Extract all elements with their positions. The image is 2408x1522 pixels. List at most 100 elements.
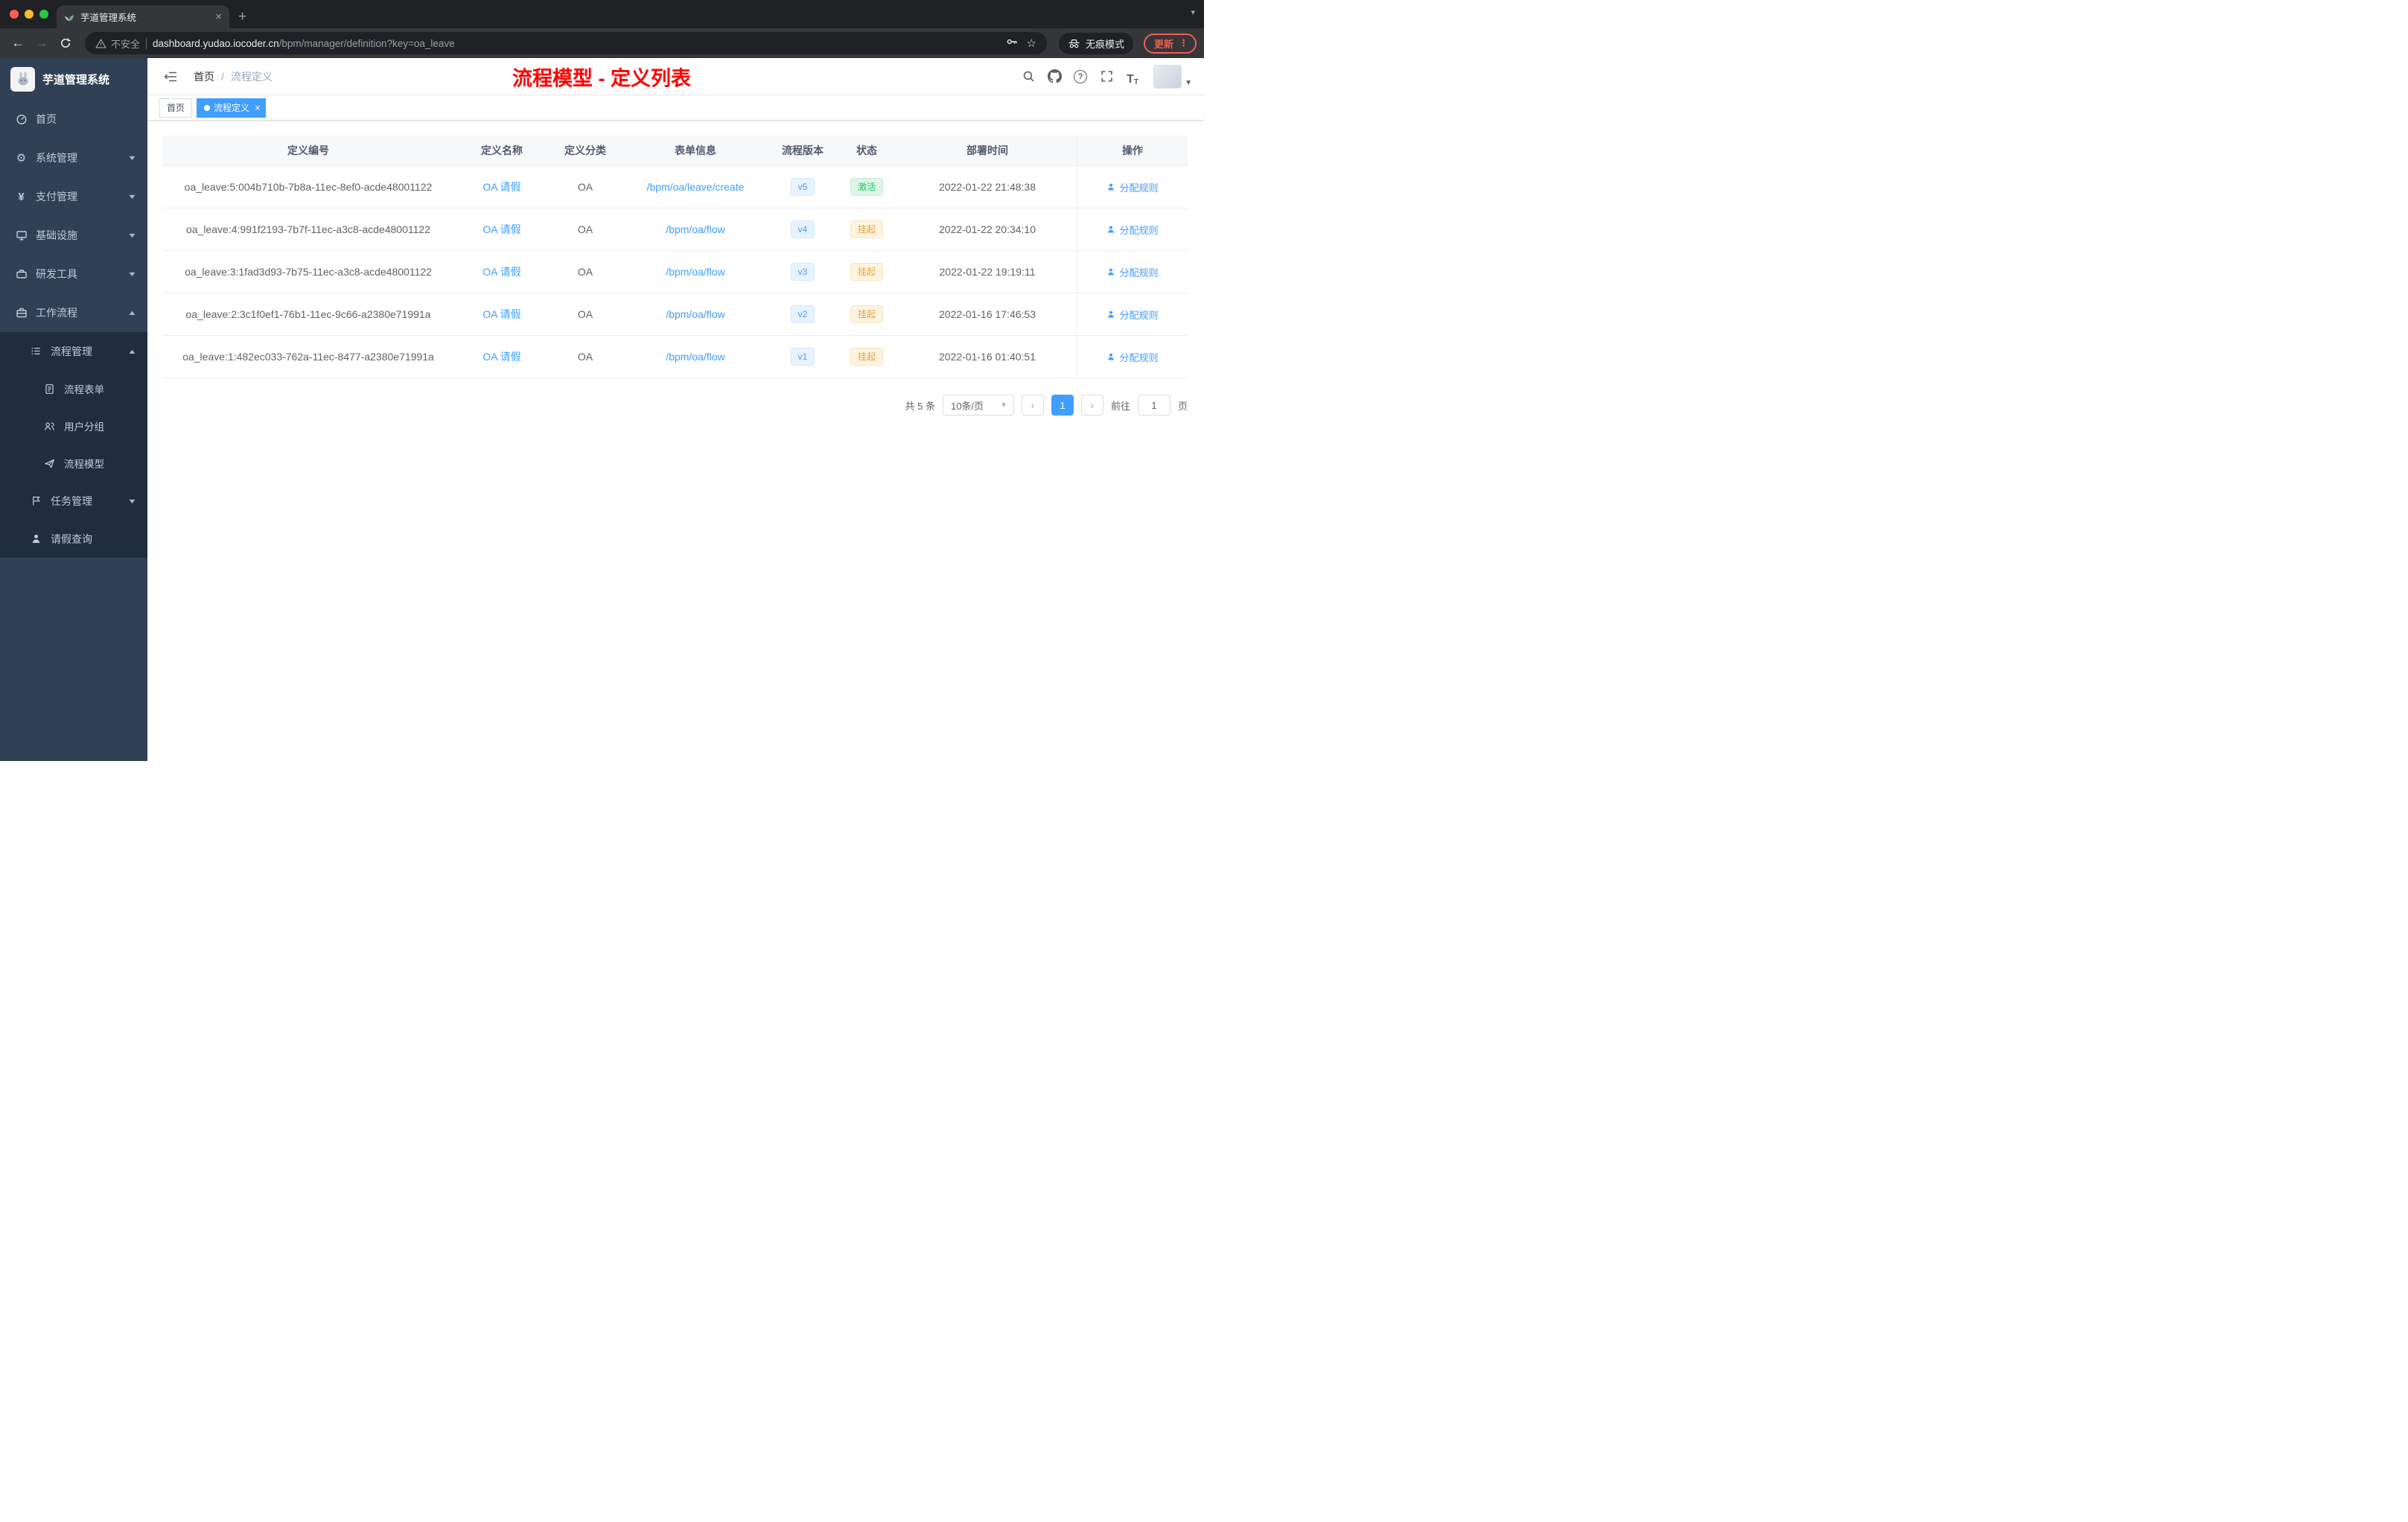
definition-name-link[interactable]: OA 请假: [482, 307, 520, 322]
tab-strip: 芋道管理系统 × + ▾: [0, 0, 1204, 28]
sidebar-item-leave-query[interactable]: 请假查询: [0, 520, 147, 558]
sidebar-item-infrastructure[interactable]: 基础设施 ▼: [0, 216, 147, 255]
document-icon: [43, 383, 56, 395]
version-badge: v3: [790, 263, 815, 281]
incognito-badge: 无痕模式: [1058, 32, 1133, 54]
form-info-link[interactable]: /bpm/oa/leave/create: [647, 181, 745, 193]
browser-tab[interactable]: 芋道管理系统 ×: [57, 5, 229, 28]
sidebar-item-payment-mgmt[interactable]: ¥ 支付管理 ▼: [0, 177, 147, 216]
column-header: 定义分类: [564, 144, 606, 156]
page-unit-label: 页: [1177, 400, 1188, 412]
sidebar-item-process-mgmt[interactable]: 流程管理 ▲: [0, 332, 147, 370]
table-header-row: 定义编号 定义名称 定义分类 表单信息 流程版本 状态 部署时间 操作: [162, 136, 1188, 165]
definition-name-link[interactable]: OA 请假: [482, 264, 520, 279]
table-row: oa_leave:4:991f2193-7b7f-11ec-a3c8-acde4…: [162, 208, 1188, 250]
reload-icon[interactable]: [55, 33, 76, 54]
breadcrumb-home[interactable]: 首页: [194, 69, 214, 84]
form-info-link[interactable]: /bpm/oa/flow: [666, 308, 724, 320]
site-security-chip[interactable]: 不安全: [95, 36, 140, 51]
new-tab-button[interactable]: +: [238, 9, 246, 25]
sidebar-item-system-mgmt[interactable]: ⚙ 系统管理 ▼: [0, 138, 147, 177]
page-1-button[interactable]: 1: [1051, 395, 1074, 415]
bookmark-star-icon[interactable]: ☆: [1027, 36, 1036, 50]
chevron-down-icon: ▼: [1000, 401, 1007, 410]
version-badge: v1: [790, 348, 815, 366]
table-row: oa_leave:1:482ec033-762a-11ec-8477-a2380…: [162, 335, 1188, 378]
github-icon[interactable]: [1045, 67, 1064, 86]
definition-name-link[interactable]: OA 请假: [482, 222, 520, 237]
back-icon[interactable]: ←: [7, 33, 28, 54]
fullscreen-icon[interactable]: [1097, 67, 1116, 86]
app-logo[interactable]: 芋道管理系统: [0, 58, 147, 100]
paper-plane-icon: [43, 457, 56, 470]
user-icon: [1108, 226, 1115, 233]
definition-category: OA: [577, 223, 593, 235]
assign-rule-link[interactable]: 分配规则: [1106, 308, 1159, 322]
password-key-icon[interactable]: [1006, 36, 1018, 51]
top-navbar: 首页 / 流程定义 流程模型 - 定义列表 ? TT ▼: [147, 58, 1204, 95]
sidebar-item-user-groups[interactable]: 用户分组: [0, 407, 147, 445]
status-badge: 挂起: [850, 220, 883, 238]
definition-id: oa_leave:3:1fad3d93-7b75-11ec-a3c8-acde4…: [185, 266, 432, 278]
column-header: 操作: [1077, 136, 1188, 165]
definition-category: OA: [577, 266, 593, 278]
definition-name-link[interactable]: OA 请假: [482, 179, 520, 194]
address-bar[interactable]: 不安全 dashboard.yudao.iocoder.cn/bpm/manag…: [85, 32, 1047, 54]
sidebar-item-dev-tools[interactable]: 研发工具 ▼: [0, 255, 147, 293]
toolbox-icon: [15, 268, 28, 281]
window-minimize-button[interactable]: [25, 10, 34, 19]
window-controls: [10, 10, 48, 19]
user-avatar[interactable]: ▼: [1153, 64, 1192, 89]
prev-page-button[interactable]: ‹: [1021, 395, 1044, 415]
status-badge: 挂起: [850, 348, 883, 366]
sidebar-item-process-form[interactable]: 流程表单: [0, 370, 147, 407]
navbar-actions: ? TT ▼: [1019, 64, 1192, 89]
monitor-icon: [15, 229, 28, 242]
forward-icon[interactable]: →: [31, 33, 52, 54]
help-icon[interactable]: ?: [1074, 69, 1088, 83]
security-label: 不安全: [111, 38, 141, 50]
user-icon: [1108, 268, 1115, 276]
definition-id: oa_leave:2:3c1f0ef1-76b1-11ec-9c66-a2380…: [185, 308, 431, 320]
tag-process-definition[interactable]: 流程定义 ×: [197, 98, 266, 118]
tags-view-bar: 首页 流程定义 ×: [147, 95, 1204, 121]
browser-update-button[interactable]: 更新 ⋮: [1143, 33, 1197, 54]
assign-rule-link[interactable]: 分配规则: [1106, 180, 1159, 194]
breadcrumb: 首页 / 流程定义: [194, 69, 273, 84]
form-info-link[interactable]: /bpm/oa/flow: [666, 223, 724, 235]
sidebar-item-task-mgmt[interactable]: 任务管理 ▼: [0, 482, 147, 520]
sidebar: 芋道管理系统 首页 ⚙ 系统管理 ▼ ¥ 支付管理 ▼ 基础设施 ▼ 研发工具 …: [0, 58, 147, 761]
window-zoom-button[interactable]: [39, 10, 48, 19]
status-badge: 挂起: [850, 305, 883, 323]
deploy-time: 2022-01-16 01:40:51: [939, 351, 1036, 363]
assign-rule-link[interactable]: 分配规则: [1106, 223, 1159, 237]
column-header: 状态: [856, 144, 877, 156]
assign-rule-link[interactable]: 分配规则: [1106, 265, 1159, 279]
definition-name-link[interactable]: OA 请假: [482, 349, 520, 364]
window-close-button[interactable]: [10, 10, 19, 19]
definition-category: OA: [577, 351, 593, 363]
form-info-link[interactable]: /bpm/oa/flow: [666, 351, 724, 363]
tab-search-chevron-icon[interactable]: ▾: [1191, 7, 1195, 17]
chevron-up-icon: ▲: [127, 347, 138, 355]
hamburger-icon[interactable]: [159, 66, 182, 88]
goto-page-input[interactable]: [1137, 395, 1170, 415]
definition-category: OA: [577, 181, 593, 193]
sidebar-item-process-model[interactable]: 流程模型: [0, 445, 147, 482]
deploy-time: 2022-01-22 21:48:38: [939, 181, 1036, 193]
total-count: 共 5 条: [905, 400, 935, 412]
page-content: 定义编号 定义名称 定义分类 表单信息 流程版本 状态 部署时间 操作 oa_l…: [147, 121, 1204, 761]
page-size-select[interactable]: 10条/页 ▼: [942, 395, 1014, 415]
sidebar-item-home[interactable]: 首页: [0, 100, 147, 138]
assign-rule-link[interactable]: 分配规则: [1106, 350, 1159, 364]
font-size-icon[interactable]: TT: [1123, 67, 1142, 86]
definition-id: oa_leave:1:482ec033-762a-11ec-8477-a2380…: [182, 351, 434, 363]
next-page-button[interactable]: ›: [1080, 395, 1103, 415]
chevron-down-icon: ▼: [127, 154, 138, 162]
sidebar-item-workflow[interactable]: 工作流程 ▲: [0, 293, 147, 332]
tab-close-icon[interactable]: ×: [215, 11, 222, 22]
form-info-link[interactable]: /bpm/oa/flow: [666, 266, 724, 278]
tag-close-icon[interactable]: ×: [255, 103, 261, 112]
search-icon[interactable]: [1019, 67, 1038, 86]
tag-home[interactable]: 首页: [159, 98, 193, 118]
